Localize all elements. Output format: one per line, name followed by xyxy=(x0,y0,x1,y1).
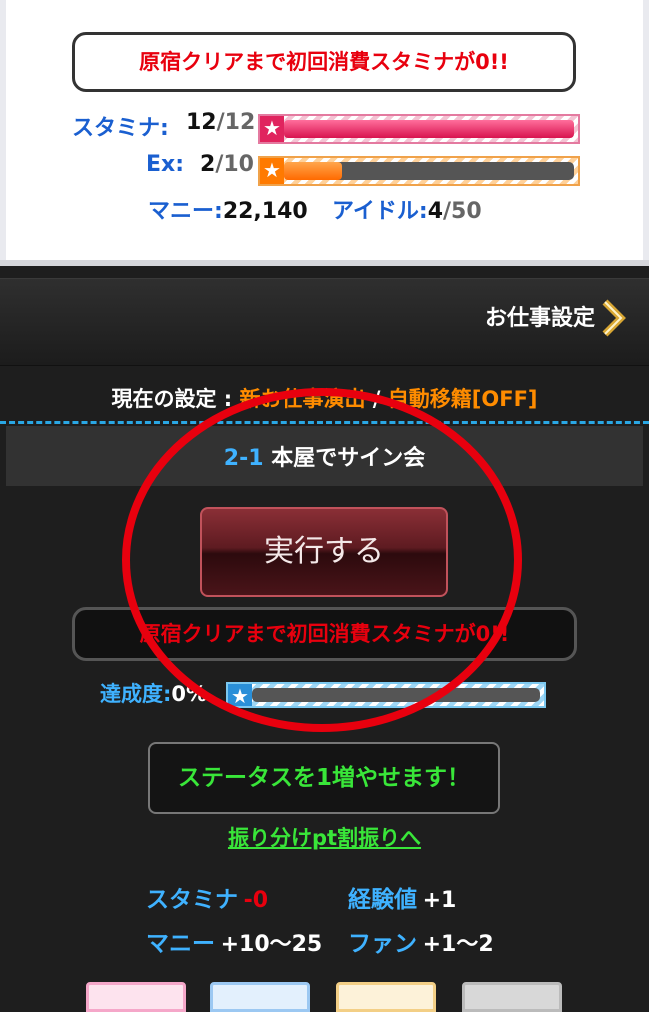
allocate-points-link[interactable]: 振り分けpt割振りへ xyxy=(0,822,649,852)
stamina-notice: 原宿クリアまで初回消費スタミナが0!! xyxy=(72,32,576,92)
ex-bar-fill xyxy=(284,162,342,180)
reward-stamina: スタミナ -0 xyxy=(146,887,269,913)
star-icon: ★ xyxy=(260,116,284,142)
reward-money: マニー +10〜25 xyxy=(146,931,323,957)
money-stat: マニー:22,140 xyxy=(148,199,308,224)
reward-fan: ファン +1〜2 xyxy=(348,931,494,957)
cool-type-icon[interactable] xyxy=(210,982,310,1012)
status-up-button[interactable]: ステータスを1増やせます！ xyxy=(148,742,500,814)
gray-type-icon[interactable] xyxy=(462,982,562,1012)
passion-type-icon[interactable] xyxy=(336,982,436,1012)
star-icon: ★ xyxy=(260,158,284,184)
chevron-right-icon[interactable] xyxy=(601,298,627,338)
stamina-value: 12/12 xyxy=(186,110,256,135)
idol-stat: アイドル:4/50 xyxy=(332,199,482,224)
job-settings-link[interactable]: お仕事設定 xyxy=(485,300,595,332)
stamina-bar-fill xyxy=(284,120,574,138)
reward-exp: 経験値 +1 xyxy=(348,887,457,913)
cute-type-icon[interactable] xyxy=(86,982,186,1012)
ex-label: Ex: xyxy=(146,152,185,177)
ex-bar: ★ xyxy=(258,156,580,186)
ex-value: 2/10 xyxy=(200,152,254,177)
annotation-circle xyxy=(122,388,522,732)
stamina-label: スタミナ: xyxy=(72,116,169,141)
stamina-bar: ★ xyxy=(258,114,580,144)
